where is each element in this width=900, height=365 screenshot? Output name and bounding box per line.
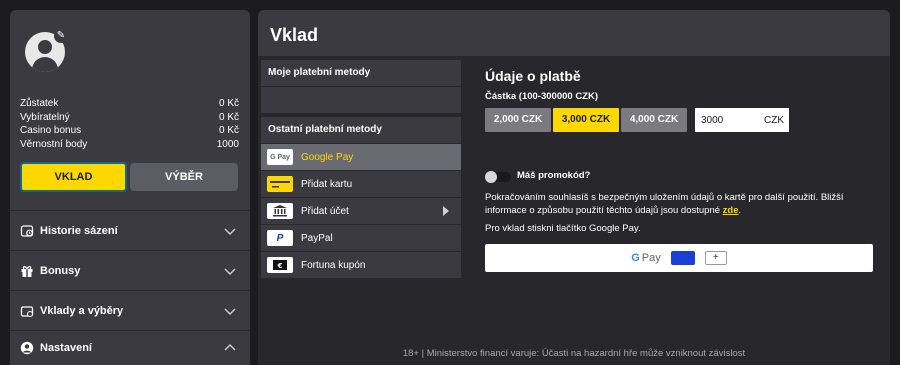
edit-pencil-icon[interactable]: ✎ [54, 29, 68, 43]
other-methods-header: Ostatní platební metody [261, 117, 461, 143]
promo-toggle[interactable] [485, 171, 511, 183]
balance-stats: Zůstatek 0 Kč Vybíratelný 0 Kč Casino bo… [20, 97, 239, 151]
my-methods-header: Moje platební metody [261, 60, 461, 86]
info-text: Pokračováním souhlasíš s bezpečným ulože… [485, 192, 844, 216]
google-pay-note: Pro vklad stiskni tlačítko Google Pay. [485, 223, 641, 234]
menu-label: Bonusy [40, 264, 81, 277]
coupon-icon: € [267, 257, 293, 273]
method-add-card[interactable]: Přidat kartu [261, 171, 461, 197]
stat-label: Vybíratelný [20, 111, 70, 123]
payment-methods-list: Moje platební metody Ostatní platební me… [261, 60, 461, 279]
stat-row: Zůstatek 0 Kč [20, 97, 239, 111]
menu-label: Vklady a výběry [40, 304, 124, 317]
stat-label: Casino bonus [20, 125, 82, 136]
stat-row: Vybíratelný 0 Kč [20, 111, 239, 125]
menu-label: Historie sázení [40, 224, 118, 237]
google-pay-logo: G Pay [631, 252, 661, 264]
method-label: Přidat účet [301, 205, 349, 217]
deposit-panel: Vklad Moje platební metody Ostatní plate… [258, 10, 890, 365]
method-paypal[interactable]: P PayPal [261, 225, 461, 251]
amount-currency: CZK [764, 114, 784, 126]
card-storage-info: Pokračováním souhlasíš s bezpečným ulože… [485, 192, 875, 217]
menu-label: Nastavení [40, 342, 92, 354]
amount-preset-2000[interactable]: 2,000 CZK [485, 108, 551, 132]
amount-input[interactable]: 3000 CZK [695, 108, 789, 132]
account-sidebar: ✎ Zůstatek 0 Kč Vybíratelný 0 Kč Casino … [10, 10, 250, 365]
stat-label: Věrnostní body [20, 138, 88, 150]
stat-value: 0 Kč [218, 125, 239, 136]
deposit-body: Moje platební metody Ostatní platební me… [258, 56, 890, 365]
plus-icon: + [704, 251, 727, 265]
chevron-down-icon [224, 268, 236, 275]
info-link[interactable]: zde [723, 205, 739, 216]
page-title: Vklad [270, 25, 319, 45]
method-label: PayPal [301, 232, 333, 244]
stat-value: 1000 [216, 138, 239, 150]
paypal-icon: P [267, 230, 293, 246]
my-methods-empty [261, 87, 461, 113]
deposit-button[interactable]: VKLAD [20, 162, 127, 192]
google-g-icon: G [631, 252, 640, 264]
payment-title: Údaje o platbě [485, 68, 581, 84]
menu-item-deposits-withdrawals[interactable]: Vklady a výběry [10, 290, 250, 330]
amount-preset-4000[interactable]: 4,000 CZK [621, 108, 687, 132]
chevron-up-icon [224, 344, 236, 351]
amount-preset-3000[interactable]: 3,000 CZK [553, 108, 619, 132]
chevron-down-icon [224, 228, 236, 235]
gpay-label: Pay [641, 252, 661, 264]
stat-row: Casino bonus 0 Kč [20, 124, 239, 138]
stat-label: Zůstatek [20, 98, 59, 109]
menu-item-settings[interactable]: Nastavení [10, 330, 250, 365]
menu-item-betting-history[interactable]: Historie sázení [10, 210, 250, 250]
gift-icon [20, 264, 34, 278]
withdraw-button[interactable]: VÝBĚR [130, 163, 238, 191]
method-label: Google Pay [301, 151, 354, 163]
history-icon [20, 224, 34, 238]
method-fortuna-coupon[interactable]: € Fortuna kupón [261, 252, 461, 278]
promo-label: Máš promokód? [517, 170, 591, 181]
svg-text:€: € [277, 262, 283, 270]
method-add-account[interactable]: Přidat účet [261, 198, 461, 224]
bank-icon [267, 203, 293, 219]
menu-item-bonuses[interactable]: Bonusy [10, 250, 250, 290]
method-label: Přidat kartu [301, 178, 353, 190]
stat-row: Věrnostní body 1000 [20, 138, 239, 152]
user-icon [20, 341, 34, 355]
wallet-icon [20, 304, 34, 318]
chevron-right-icon [443, 206, 449, 216]
chevron-down-icon [224, 308, 236, 315]
google-pay-button[interactable]: G Pay + [485, 244, 873, 272]
card-icon [267, 176, 293, 192]
amount-label: Částka (100-300000 CZK) [485, 91, 599, 102]
card-icon [670, 251, 695, 265]
google-pay-icon: G Pay [267, 149, 293, 165]
info-end: . [738, 204, 742, 216]
stat-value: 0 Kč [218, 98, 239, 109]
method-label: Fortuna kupón [301, 259, 366, 271]
gambling-warning-footer: 18+ | Ministerstvo financí varuje: Účast… [402, 348, 746, 359]
amount-value: 3000 [701, 114, 724, 126]
stat-value: 0 Kč [218, 111, 239, 123]
method-google-pay[interactable]: G Pay Google Pay [261, 144, 461, 170]
